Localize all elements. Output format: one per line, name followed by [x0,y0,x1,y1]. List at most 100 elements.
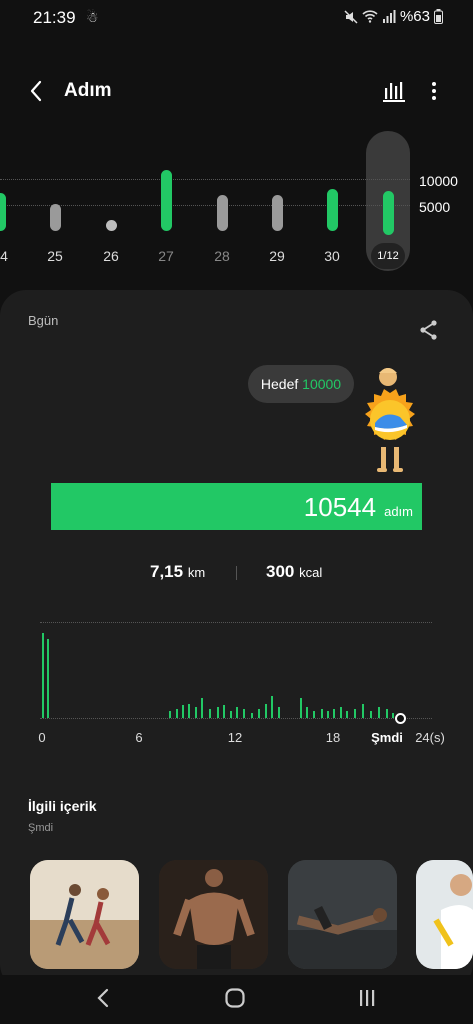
goal-line-10000 [0,179,410,180]
bar-chart-icon[interactable] [382,80,406,102]
selected-day-badge[interactable]: 1/12 [371,243,405,269]
status-icons: %63 [344,8,443,25]
hour-axis-label: 0 [38,730,46,745]
hour-axis-label: 12 [227,730,243,745]
fitness-woman-image[interactable] [416,860,473,969]
hour-bar[interactable] [277,707,280,718]
back-arrow-icon[interactable] [26,78,48,104]
hour-bar[interactable] [188,703,191,718]
day-label: 28 [214,248,230,264]
goal-bubble: Hedef 10000 [248,365,354,403]
hour-axis-label: Şmdi [371,730,403,745]
hour-bar[interactable] [361,703,364,718]
hour-bar[interactable] [182,705,185,718]
day-label: 27 [158,248,174,264]
hour-bar[interactable] [209,709,212,718]
distance: 7,15 km [150,562,205,582]
mute-icon [344,9,358,24]
hour-bar[interactable] [258,709,261,718]
steps-unit: adım [384,504,413,519]
hour-axis-label: 24(s) [415,730,445,745]
hour-bar[interactable] [312,710,315,718]
status-bar: 21:39 ☃ %63 [0,0,473,36]
hour-bar[interactable] [392,712,395,718]
goal-prefix: Hedef [260,376,299,392]
wifi-icon [362,10,378,23]
hour-bar[interactable] [320,709,323,718]
calories-value: 300 [266,562,295,581]
hour-bar[interactable] [326,710,329,718]
calories-unit: kcal [299,565,323,580]
hour-bar[interactable] [353,709,356,718]
day-bar[interactable] [106,220,117,231]
hour-bar[interactable] [264,703,267,718]
more-options-icon[interactable] [428,80,440,102]
hour-bar[interactable] [346,710,348,718]
day-label: 30 [324,248,340,264]
battery-icon [434,9,443,24]
hour-bar[interactable] [242,709,245,718]
hour-bar[interactable] [42,632,44,718]
day-label: 25 [47,248,63,264]
nav-home-icon[interactable] [224,987,246,1009]
hour-bar[interactable] [299,698,302,718]
hour-axis-label: 18 [325,730,341,745]
share-icon[interactable] [418,319,440,341]
now-marker [395,713,407,724]
goal-value: 10000 [302,376,342,392]
hour-bar[interactable] [369,710,372,718]
related-content-title: İlgili içerik [28,798,97,814]
hour-bar[interactable] [201,698,204,718]
hour-bar[interactable] [217,707,220,718]
gym-workout-image[interactable] [288,860,397,969]
goal-label-low: 5000 [419,199,451,215]
nav-back-icon[interactable] [95,987,111,1009]
mascot-illustration [365,368,415,472]
hour-bar[interactable] [175,709,178,718]
navigation-bar [0,975,473,1024]
hour-bar[interactable] [236,707,239,718]
status-time: 21:39 [33,8,76,27]
hour-bar[interactable] [223,705,226,718]
day-bar[interactable] [272,195,283,231]
hour-bar[interactable] [306,707,309,718]
day-bar[interactable] [327,188,338,231]
page-title: Adım [64,80,112,101]
hourly-top-line [40,622,432,623]
notification-icon: ☃ [86,9,99,25]
steps-total: 10544 adım [304,492,413,523]
related-content-subtitle: Şmdi [28,822,54,834]
day-bar[interactable] [0,192,6,231]
day-bar[interactable] [50,203,61,231]
running-couple-image[interactable] [30,860,139,969]
hour-bar[interactable] [271,696,274,718]
hour-bar[interactable] [194,707,197,718]
day-label: 26 [103,248,119,264]
hour-axis-label: 6 [135,730,143,745]
distance-unit: km [187,565,206,580]
hour-bar[interactable] [46,638,49,718]
selected-day-bar[interactable] [383,190,394,235]
day-bar[interactable] [161,169,172,231]
stat-divider [236,566,237,580]
steps-value: 10544 [303,492,377,522]
goal-label-high: 10000 [419,173,458,189]
hour-bar[interactable] [169,710,172,718]
hourly-baseline [40,718,432,719]
hour-bar[interactable] [229,710,232,718]
hour-bar[interactable] [250,712,253,718]
battery-percent: %63 [399,8,430,25]
hour-bar[interactable] [339,707,342,718]
hour-bar[interactable] [333,709,336,718]
muscular-man-image[interactable] [159,860,268,969]
distance-value: 7,15 [150,562,184,581]
goal-line-5000 [0,205,410,206]
card-title: Bgün [28,313,59,328]
signal-icon [382,10,396,23]
day-bar[interactable] [217,195,228,231]
hour-bar[interactable] [377,707,380,718]
hour-bar[interactable] [385,709,388,718]
nav-recents-icon[interactable] [357,988,377,1008]
day-label: 4 [0,248,8,264]
calories: 300 kcal [266,562,322,582]
